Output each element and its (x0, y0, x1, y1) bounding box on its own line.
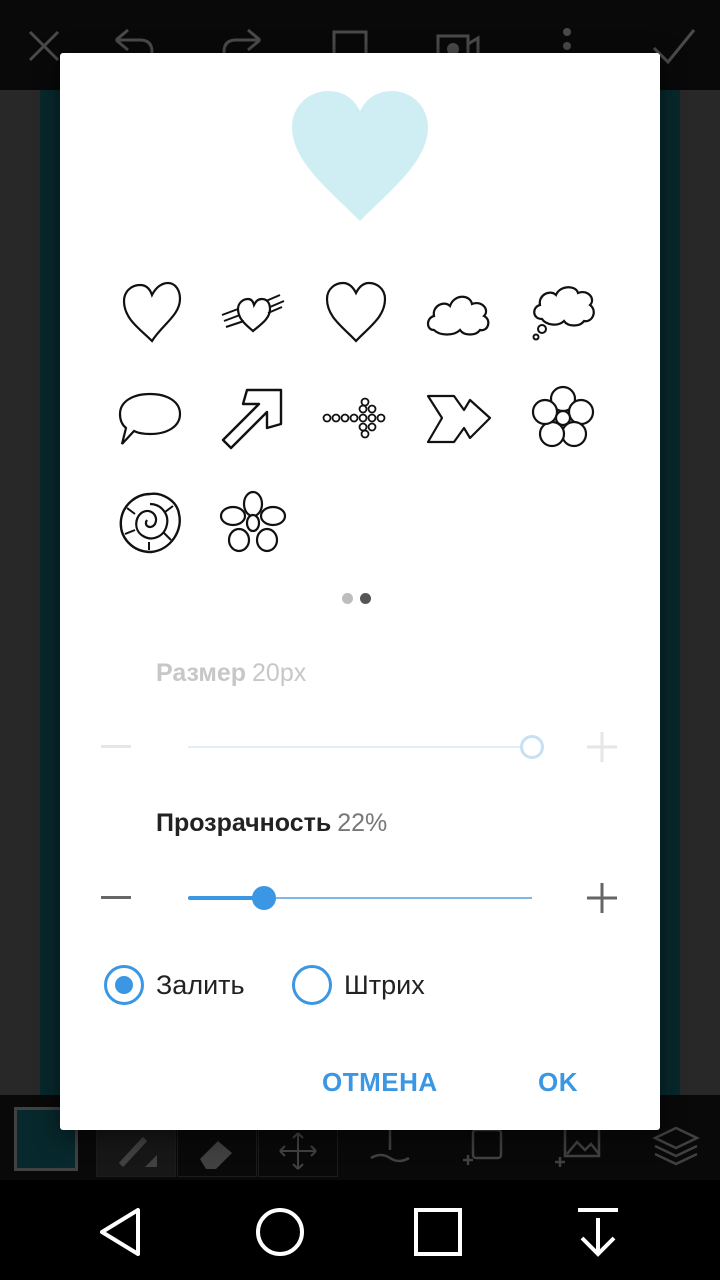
page-dot-2[interactable] (360, 593, 371, 604)
opacity-decrease-button[interactable] (100, 884, 132, 912)
shape-dialog: Размер 20px Прозрачность 22% Залить Штрих (60, 53, 660, 1130)
size-increase-button[interactable] (586, 732, 618, 762)
back-icon (100, 1208, 140, 1256)
size-slider-thumb[interactable] (520, 735, 544, 759)
dotted-arrow-icon[interactable] (316, 378, 396, 458)
recents-button[interactable] (398, 1200, 478, 1264)
size-decrease-button[interactable] (100, 733, 132, 761)
page-indicator (340, 591, 380, 605)
size-label: Размер 20px (156, 659, 306, 688)
plus-icon (587, 883, 617, 913)
daisy-icon[interactable] (213, 483, 293, 563)
fill-radio[interactable] (104, 965, 144, 1005)
size-label-text: Размер (156, 659, 247, 687)
winged-heart-icon[interactable] (213, 273, 293, 353)
cancel-button[interactable]: ОТМЕНА (322, 1058, 438, 1106)
back-button[interactable] (82, 1200, 162, 1264)
radio-selected-dot (115, 976, 133, 994)
speech-bubble-icon[interactable] (110, 378, 190, 458)
opacity-slider-thumb[interactable] (251, 886, 276, 910)
fill-label: Залить (156, 969, 245, 1000)
size-value: 20px (252, 659, 307, 687)
opacity-label-text: Прозрачность (156, 809, 332, 837)
ok-button[interactable]: OK (538, 1058, 578, 1106)
preview-heart-icon (292, 91, 428, 221)
stroke-option[interactable]: Штрих (292, 963, 425, 1007)
stroke-label: Штрих (344, 969, 425, 1000)
minus-icon (101, 745, 131, 748)
size-slider-row (60, 727, 660, 767)
fill-option[interactable]: Залить (104, 963, 245, 1007)
home-icon (256, 1208, 304, 1256)
hide-keyboard-button[interactable] (558, 1200, 638, 1264)
opacity-label: Прозрачность 22% (156, 809, 387, 838)
heart-outline-icon[interactable] (316, 273, 396, 353)
opacity-value: 22% (337, 809, 388, 837)
flower-icon[interactable] (523, 378, 603, 458)
size-slider-track[interactable] (188, 746, 532, 748)
recents-icon (414, 1208, 462, 1256)
home-button[interactable] (240, 1200, 320, 1264)
rose-icon[interactable] (110, 483, 190, 563)
arrow-up-right-icon[interactable] (213, 378, 293, 458)
stroke-radio[interactable] (292, 965, 332, 1005)
hide-keyboard-icon (578, 1208, 618, 1257)
page-dot-1[interactable] (342, 593, 353, 604)
opacity-increase-button[interactable] (586, 883, 618, 913)
cloud-icon[interactable] (419, 273, 499, 353)
fish-arrow-icon[interactable] (419, 378, 499, 458)
minus-icon (101, 896, 131, 899)
heart-icon[interactable] (110, 273, 190, 353)
opacity-slider-row (60, 878, 660, 918)
plus-icon (587, 732, 617, 762)
thought-bubble-icon[interactable] (523, 273, 603, 353)
shape-preview (288, 89, 432, 225)
